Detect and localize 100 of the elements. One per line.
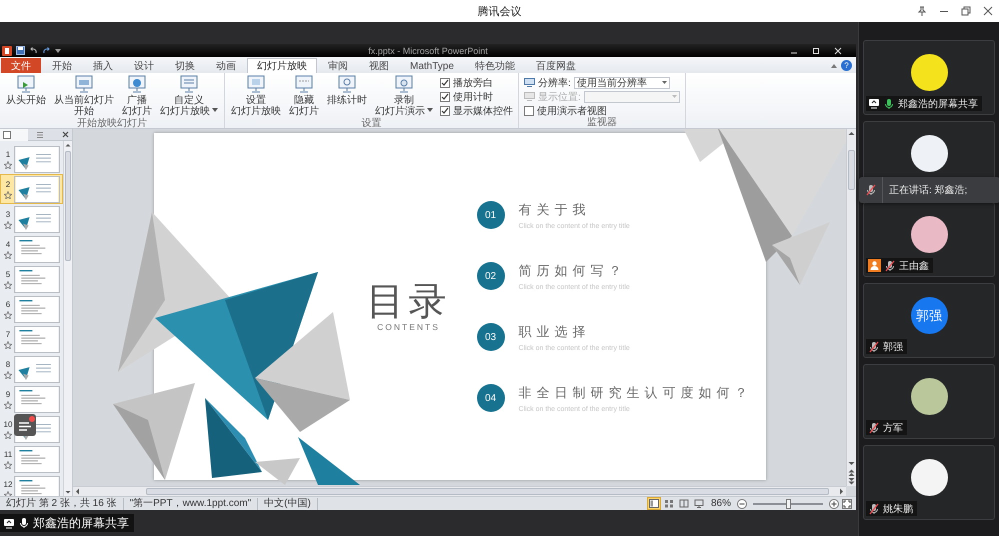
presentation-screen-icon <box>393 75 415 93</box>
caret-icon <box>662 81 667 84</box>
pin-icon <box>917 6 927 16</box>
presentation-screen-icon <box>336 75 358 93</box>
reading-view-button[interactable] <box>678 498 690 509</box>
ribbon-button[interactable]: 自定义 幻灯片放映 <box>157 74 221 118</box>
star-icon <box>4 460 12 468</box>
zoom-in-button[interactable] <box>829 498 839 508</box>
ribbon-tab[interactable]: MathType <box>400 58 464 73</box>
scrollbar-thumb[interactable] <box>848 150 855 190</box>
screen-share-icon <box>3 518 15 528</box>
ribbon-button[interactable]: 录制 幻灯片演示 <box>372 74 436 118</box>
thumbnail-row[interactable]: 8 <box>0 354 63 384</box>
slide-number: 4 <box>6 240 10 248</box>
ribbon-button[interactable]: 从头开始 <box>3 74 49 107</box>
close-icon[interactable] <box>62 131 69 138</box>
checkbox[interactable] <box>524 106 534 116</box>
star-icon <box>4 280 12 288</box>
window-title: fx.pptx - Microsoft PowerPoint <box>368 46 488 56</box>
plus-icon <box>829 498 839 508</box>
floating-menu[interactable] <box>14 414 36 436</box>
ribbon-tab[interactable]: 审阅 <box>318 58 358 73</box>
caret-icon[interactable] <box>55 48 61 52</box>
ribbon-button[interactable]: 广播 幻灯片 <box>119 74 155 118</box>
slides-tab-icon[interactable] <box>3 130 11 138</box>
star-icon <box>4 340 12 348</box>
dropdown-field[interactable]: 使用当前分辨率 <box>574 76 670 88</box>
ribbon-tab[interactable]: 动画 <box>206 58 246 73</box>
thumbnail-row[interactable]: 7 <box>0 324 63 354</box>
language: 中文(中国) <box>258 498 318 510</box>
ribbon-button[interactable]: 设置 幻灯片放映 <box>228 74 284 118</box>
theme-name: "第一PPT，www.1ppt.com" <box>124 498 258 510</box>
slide-heading: 目录 <box>366 282 450 322</box>
slide-thumbnail[interactable] <box>14 266 60 292</box>
undo-icon[interactable] <box>29 46 38 55</box>
checkbox[interactable] <box>440 78 450 88</box>
scrollbar-thumb[interactable] <box>65 151 71 261</box>
fit-window-button[interactable] <box>842 498 852 508</box>
ribbon-tab[interactable]: 开始 <box>42 58 82 73</box>
slideshow-button[interactable] <box>692 498 705 509</box>
ribbon-tab[interactable]: 设计 <box>124 58 164 73</box>
outline-tab-icon[interactable] <box>36 130 44 138</box>
caret-icon <box>427 108 433 112</box>
slide-thumbnail[interactable] <box>14 476 60 496</box>
close-icon <box>834 46 842 54</box>
ribbon-button[interactable]: 从当前幻灯片 开始 <box>51 74 117 118</box>
thumbnail-row[interactable]: 5 <box>0 264 63 294</box>
participant-name: 郭强 <box>883 340 903 354</box>
slide-thumbnail[interactable] <box>14 296 60 322</box>
ribbon-button[interactable]: 排练计时 <box>324 74 370 107</box>
participant-name: 郑鑫浩的屏幕共享 <box>898 98 978 110</box>
ribbon-tab[interactable]: 幻灯片放映 <box>247 58 317 73</box>
slide-number: 3 <box>6 210 10 218</box>
normal-view-button[interactable] <box>648 498 660 509</box>
caret-icon[interactable] <box>831 64 837 68</box>
restore-icon <box>961 6 971 16</box>
slide-thumbnail[interactable] <box>14 206 60 232</box>
ribbon-tab[interactable]: 切换 <box>165 58 205 73</box>
thumbnail-row[interactable]: 6 <box>0 294 63 324</box>
ribbon-button[interactable]: 隐藏 幻灯片 <box>286 74 322 118</box>
ribbon-tab[interactable]: 特色功能 <box>464 58 525 73</box>
zoom-slider-thumb[interactable] <box>786 498 790 508</box>
thumbnail-row[interactable]: 11 <box>0 444 63 474</box>
close-button[interactable] <box>834 46 842 54</box>
slide-number: 7 <box>6 330 10 338</box>
slideshow-icon <box>694 499 704 508</box>
help-button[interactable]: ? <box>841 60 852 71</box>
ribbon-tab[interactable]: 百度网盘 <box>526 58 586 73</box>
ribbon-tab[interactable]: 视图 <box>359 58 399 73</box>
checkbox[interactable] <box>440 92 450 102</box>
thumbnail-row[interactable]: 9 <box>0 384 63 414</box>
slide-thumbnail[interactable] <box>14 236 60 262</box>
slide-number: 11 <box>4 450 12 458</box>
thumbnail-row[interactable]: 2 <box>0 174 63 204</box>
slide-thumbnail[interactable] <box>14 446 60 472</box>
slide-sorter-icon <box>664 499 674 508</box>
redo-icon[interactable] <box>42 46 51 55</box>
slide-thumbnail[interactable] <box>14 146 60 172</box>
ribbon-tab[interactable]: 插入 <box>83 58 123 73</box>
slide-thumbnail[interactable] <box>14 176 60 202</box>
thumbnail-row[interactable]: 4 <box>0 234 63 264</box>
maximize-button[interactable] <box>812 46 820 54</box>
presentation-screen-icon <box>15 75 37 93</box>
presentation-screen-icon <box>293 75 315 93</box>
star-icon <box>4 190 12 198</box>
thumbnail-row[interactable]: 3 <box>0 204 63 234</box>
save-icon[interactable] <box>16 46 25 55</box>
scrollbar-thumb[interactable] <box>146 488 829 495</box>
ribbon-tab[interactable]: 文件 <box>1 58 41 73</box>
star-icon <box>4 250 12 258</box>
sharer-name: 郑鑫浩的屏幕共享 <box>33 514 129 532</box>
zoom-out-button[interactable] <box>737 498 747 508</box>
slide-thumbnail[interactable] <box>14 326 60 352</box>
entry-title: 非全日制研究生认可度如何？ <box>518 384 752 402</box>
checkbox[interactable] <box>440 106 450 116</box>
slide-sorter-button[interactable] <box>662 498 675 509</box>
slide-thumbnail[interactable] <box>14 356 60 382</box>
slide-thumbnail[interactable] <box>14 386 60 412</box>
slide-count: 幻灯片 第 2 张，共 16 张 <box>0 498 124 510</box>
thumbnail-row[interactable]: 1 <box>0 144 63 174</box>
